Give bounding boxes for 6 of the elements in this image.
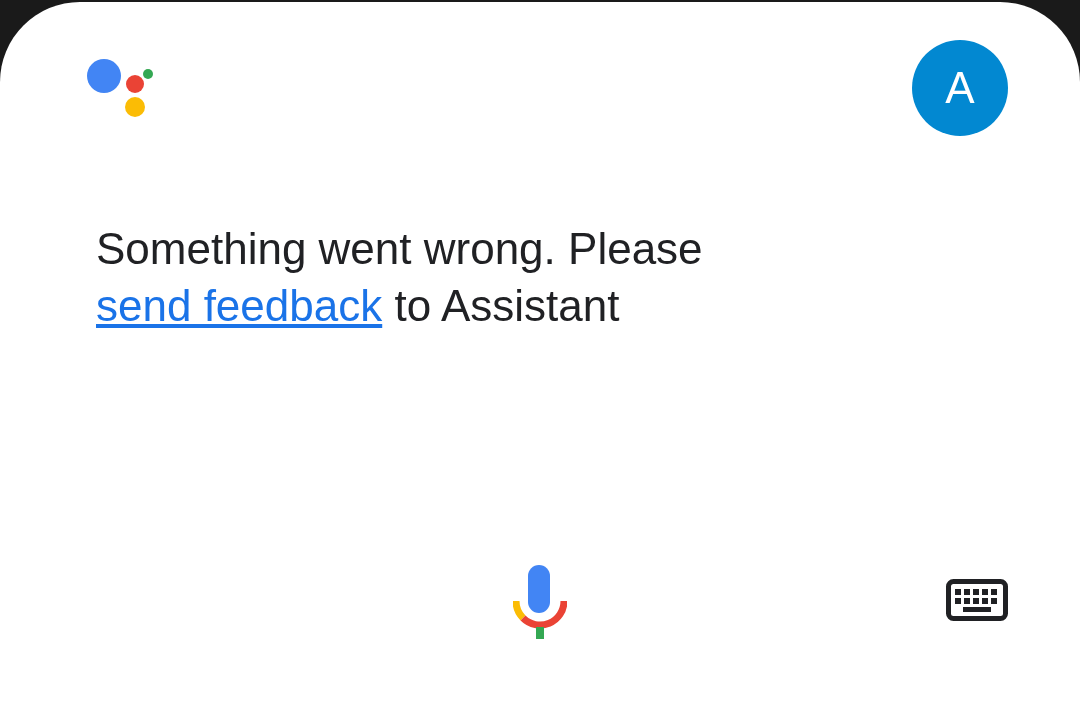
account-avatar[interactable]: A <box>912 40 1008 136</box>
error-message: Something went wrong. Please send feedback to Assistant <box>96 223 704 332</box>
microphone-icon[interactable] <box>513 565 567 641</box>
assistant-logo-icon <box>86 58 154 118</box>
send-feedback-link[interactable]: send feedback <box>96 281 383 330</box>
keyboard-icon[interactable] <box>946 579 1008 621</box>
